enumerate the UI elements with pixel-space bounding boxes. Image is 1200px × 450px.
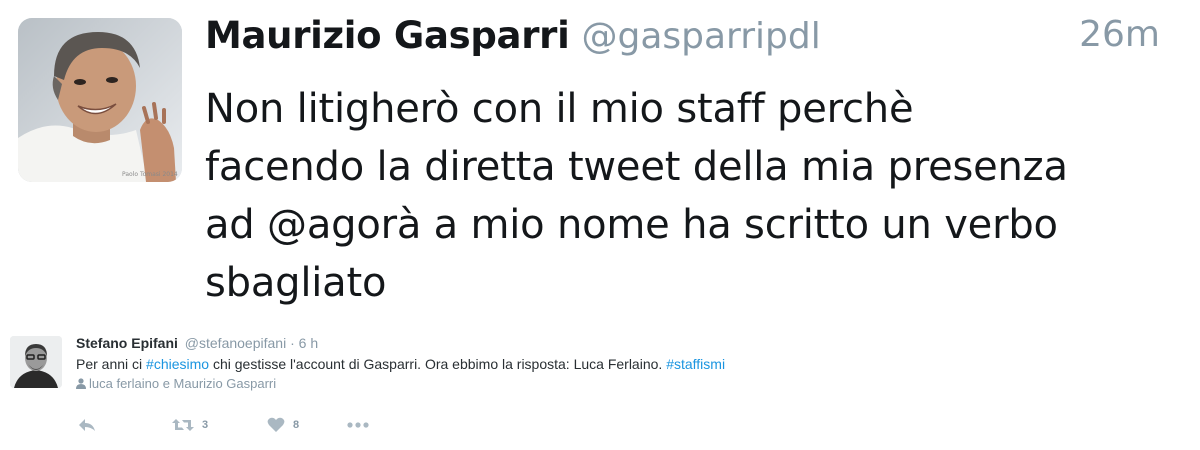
reply-icon — [79, 419, 95, 431]
reply-button[interactable] — [78, 418, 172, 432]
tweet-text: Per anni ci #chiesimo chi gestisse l'acc… — [76, 355, 725, 374]
retweet-count: 3 — [202, 419, 209, 431]
like-button[interactable]: 8 — [267, 417, 347, 433]
avatar-watermark: Paolo Tomasi 2014 — [122, 171, 178, 178]
gasparri-avatar[interactable]: Paolo Tomasi 2014 — [18, 18, 182, 182]
more-button[interactable] — [347, 422, 369, 428]
tweet-timestamp[interactable]: 6 h — [299, 335, 318, 351]
quoted-tweet-image: Paolo Tomasi 2014 Maurizio Gasparri @gasp… — [0, 0, 1200, 318]
like-count: 8 — [293, 419, 300, 431]
epifani-avatar[interactable] — [10, 336, 62, 388]
header-separator: · — [290, 335, 295, 351]
heart-icon — [267, 417, 285, 432]
tweet-text-part: chi gestisse l'account di Gasparri. Ora … — [209, 356, 667, 372]
quoted-author-name[interactable]: Maurizio Gasparri — [205, 14, 570, 57]
tweet: Stefano Epifani @stefanoepifani · 6 h Pe… — [0, 318, 1200, 450]
retweet-icon — [172, 419, 194, 431]
person-icon — [76, 378, 86, 389]
quoted-text-line: ad @agorà a mio nome ha scritto un verbo — [205, 202, 1058, 248]
context-label: luca ferlaino e Maurizio Gasparri — [89, 376, 277, 391]
quoted-timestamp[interactable]: 26m — [1079, 14, 1160, 55]
quoted-tweet-text: Non litigherò con il mio staff perchè fa… — [205, 80, 1185, 312]
hashtag-link[interactable]: #chiesimo — [146, 356, 209, 372]
quoted-tweet-header: Maurizio Gasparri @gasparripdl 26m — [205, 14, 1180, 74]
tweet-context[interactable]: luca ferlaino e Maurizio Gasparri — [76, 375, 276, 393]
author-name[interactable]: Stefano Epifani — [76, 335, 178, 351]
more-icon — [347, 422, 369, 428]
hashtag-link[interactable]: #staffismi — [666, 356, 725, 372]
tweet-text-part: Per anni ci — [76, 356, 147, 372]
tweet-actions: 3 8 — [78, 416, 369, 434]
quoted-text-line: facendo la diretta tweet della mia prese… — [205, 144, 1068, 190]
quoted-text-line: sbagliato — [205, 260, 387, 306]
quoted-author-handle[interactable]: @gasparripdl — [581, 16, 820, 57]
retweet-button[interactable]: 3 — [172, 418, 267, 432]
tweet-header: Stefano Epifani @stefanoepifani · 6 h — [76, 334, 318, 352]
quoted-text-line: Non litigherò con il mio staff perchè — [205, 86, 914, 132]
author-handle[interactable]: @stefanoepifani — [185, 335, 286, 351]
